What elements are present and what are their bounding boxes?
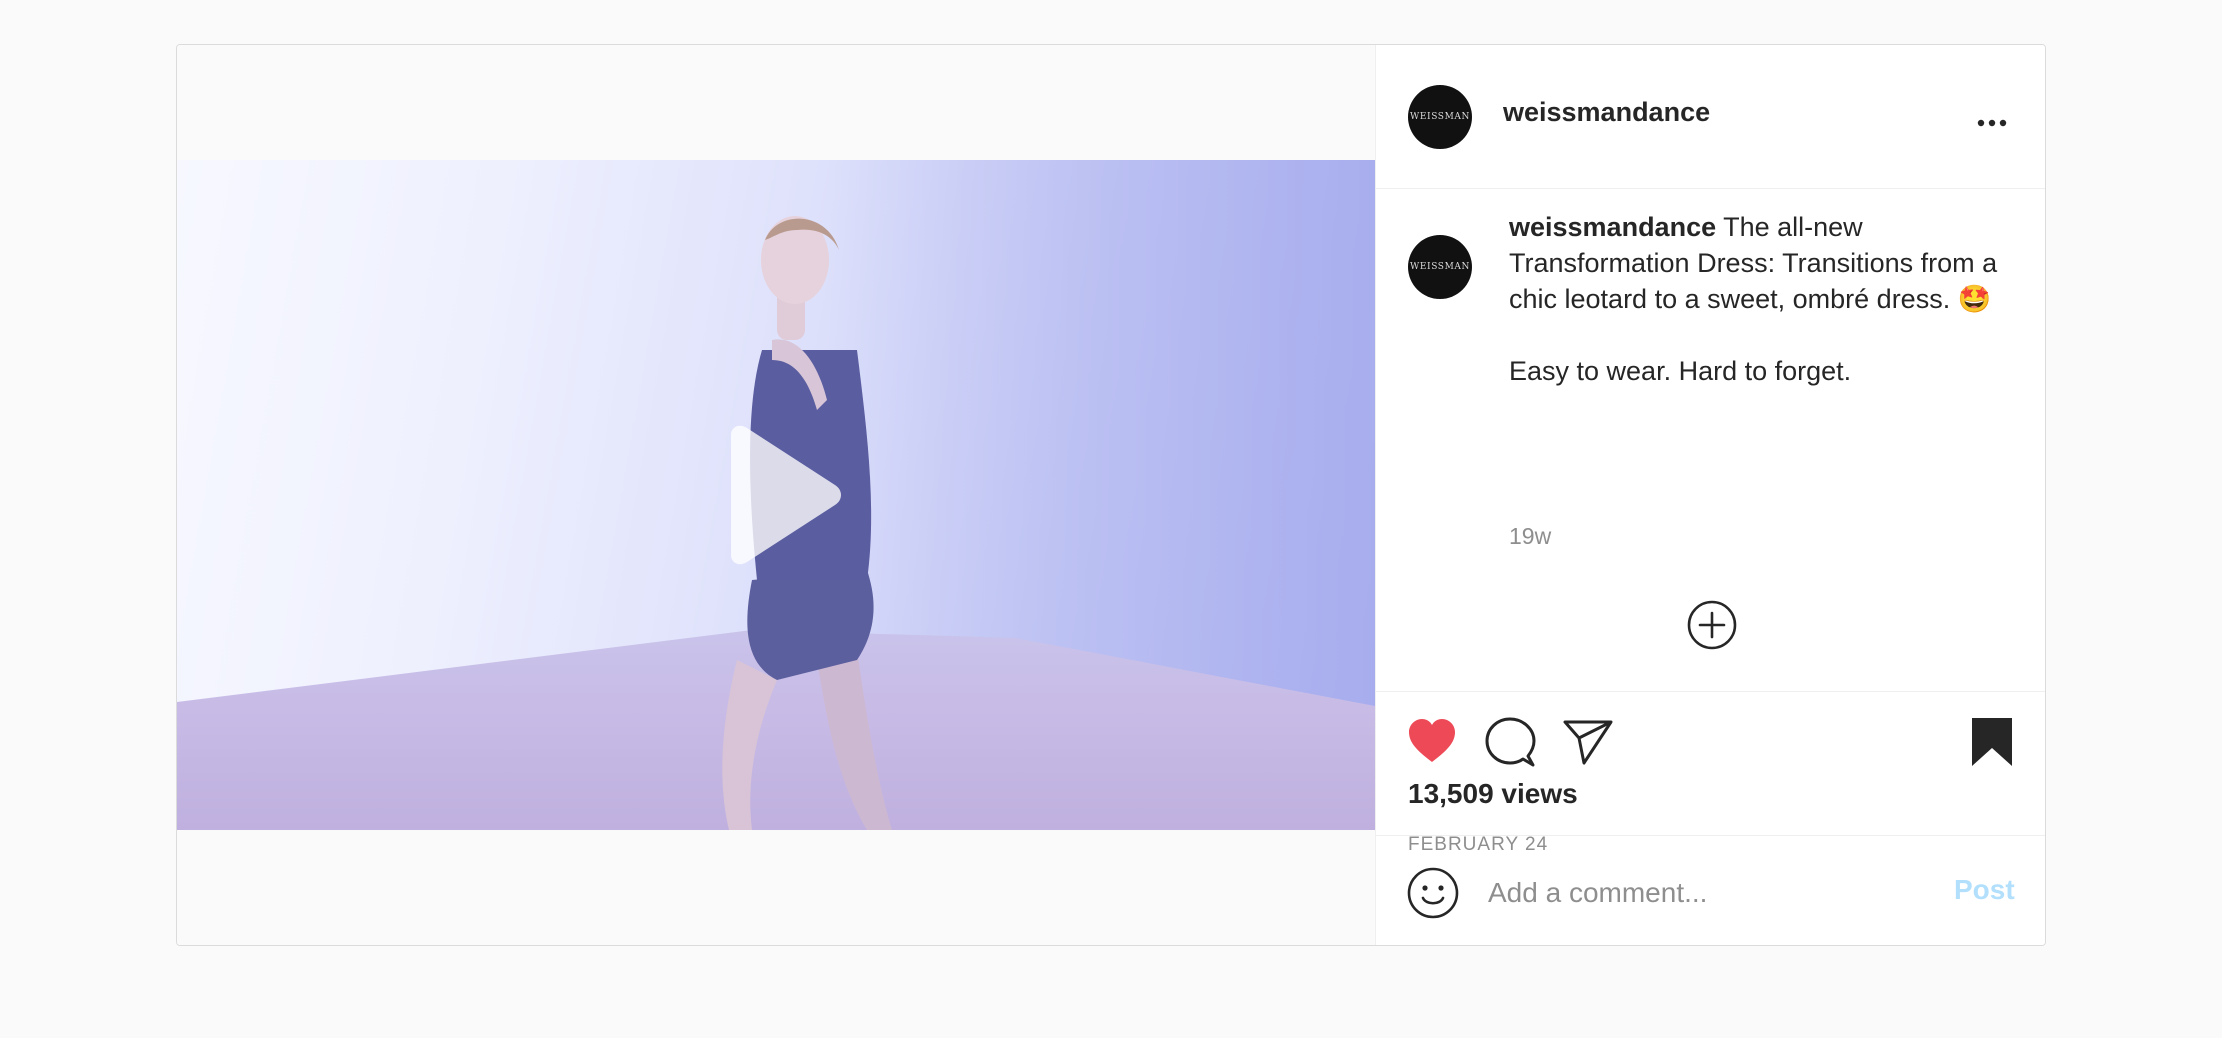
comment-icon[interactable] (1484, 716, 1536, 768)
smiley-icon[interactable] (1406, 866, 1460, 920)
comment-input[interactable] (1486, 870, 1930, 916)
avatar[interactable]: WEISSMAN (1408, 85, 1472, 149)
avatar-logo-text: WEISSMAN (1410, 262, 1470, 272)
post-comment-button[interactable]: Post (1954, 874, 2015, 906)
bookmark-icon[interactable] (1966, 716, 2018, 768)
comment-bar: Post (1376, 835, 2045, 945)
caption-username[interactable]: weissmandance (1509, 212, 1716, 242)
plus-circle-icon[interactable] (1686, 599, 1738, 651)
paper-plane-icon[interactable] (1562, 716, 1614, 768)
caption-text: weissmandance The all-new Transformation… (1509, 209, 2019, 389)
account-username[interactable]: weissmandance (1503, 97, 1710, 128)
view-count[interactable]: 13,509 views (1408, 778, 1578, 810)
caption-avatar[interactable]: WEISSMAN (1408, 235, 1472, 299)
post-card: WEISSMAN weissmandance WEISSMAN weissman… (176, 44, 2046, 946)
caption-tagline: Easy to wear. Hard to forget. (1509, 356, 1852, 386)
media-column (177, 45, 1375, 945)
play-icon[interactable] (717, 425, 847, 565)
post-header: WEISSMAN weissmandance (1376, 45, 2045, 189)
caption-area: WEISSMAN weissmandance The all-new Trans… (1376, 189, 2045, 691)
avatar-logo-text: WEISSMAN (1410, 112, 1470, 122)
post-sidebar: WEISSMAN weissmandance WEISSMAN weissman… (1375, 45, 2045, 945)
more-options-icon[interactable] (1976, 107, 2008, 139)
post-time-ago: 19w (1509, 523, 1552, 549)
video-player[interactable] (177, 160, 1375, 830)
heart-icon[interactable] (1406, 716, 1458, 768)
